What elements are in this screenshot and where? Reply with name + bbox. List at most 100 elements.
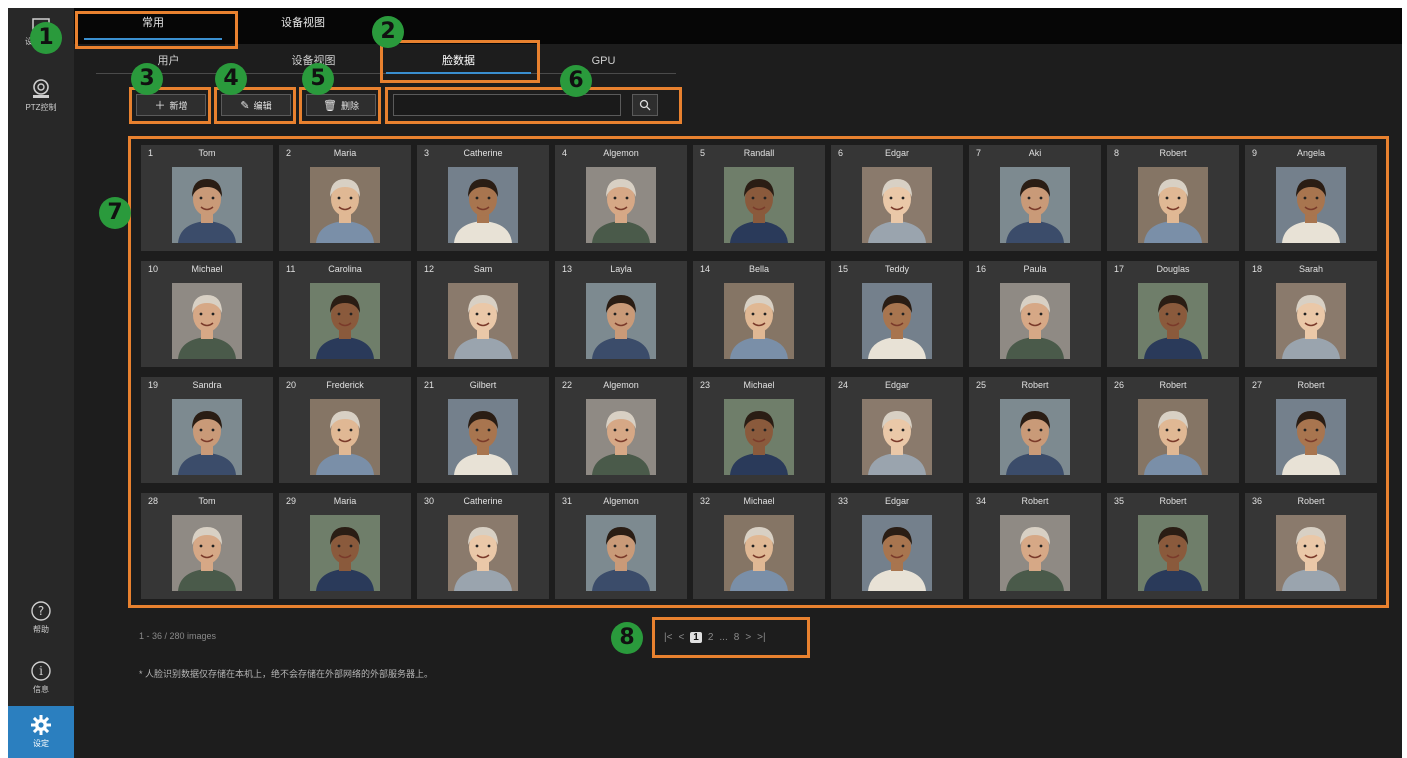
face-photo xyxy=(1276,399,1346,475)
next-page-button[interactable]: > xyxy=(745,632,751,643)
face-card[interactable]: 17 Douglas xyxy=(1107,261,1239,367)
face-card[interactable]: 3 Catherine xyxy=(417,145,549,251)
face-card[interactable]: 16 Paula xyxy=(969,261,1101,367)
add-button[interactable]: ＋ 新增 xyxy=(136,94,206,116)
face-photo xyxy=(862,399,932,475)
gear-icon xyxy=(31,715,51,735)
annotation-badge-6: 6 xyxy=(560,65,592,97)
face-name: Edgar xyxy=(884,148,910,158)
face-card[interactable]: 33 Edgar xyxy=(831,493,963,599)
face-photo xyxy=(724,283,794,359)
face-card[interactable]: 14 Bella xyxy=(693,261,825,367)
trash-icon: 🗑 xyxy=(323,99,337,112)
portrait-image xyxy=(1138,283,1208,359)
face-card[interactable]: 1 Tom xyxy=(141,145,273,251)
face-card[interactable]: 19 Sandra xyxy=(141,377,273,483)
face-photo xyxy=(586,167,656,243)
face-card[interactable]: 12 Sam xyxy=(417,261,549,367)
face-photo xyxy=(1000,283,1070,359)
face-card[interactable]: 31 Algemon xyxy=(555,493,687,599)
face-photo xyxy=(448,515,518,591)
face-card[interactable]: 18 Sarah xyxy=(1245,261,1377,367)
face-card[interactable]: 9 Angela xyxy=(1245,145,1377,251)
search-button[interactable] xyxy=(632,94,658,116)
face-name: Gilbert xyxy=(469,380,497,390)
face-card[interactable]: 26 Robert xyxy=(1107,377,1239,483)
face-name: Paula xyxy=(1023,264,1047,274)
face-card[interactable]: 28 Tom xyxy=(141,493,273,599)
face-card[interactable]: 2 Maria xyxy=(279,145,411,251)
face-card[interactable]: 30 Catherine xyxy=(417,493,549,599)
face-card[interactable]: 21 Gilbert xyxy=(417,377,549,483)
face-card[interactable]: 15 Teddy xyxy=(831,261,963,367)
face-card[interactable]: 6 Edgar xyxy=(831,145,963,251)
face-card[interactable]: 5 Randall xyxy=(693,145,825,251)
portrait-image xyxy=(310,283,380,359)
portrait-image xyxy=(586,399,656,475)
last-page-button[interactable]: >| xyxy=(757,632,765,643)
delete-button[interactable]: 🗑 删除 xyxy=(306,94,376,116)
sidebar-item-info[interactable]: i 信息 xyxy=(8,660,74,695)
face-card[interactable]: 24 Edgar xyxy=(831,377,963,483)
face-card[interactable]: 7 Aki xyxy=(969,145,1101,251)
face-card[interactable]: 23 Michael xyxy=(693,377,825,483)
annotation-badge-4: 4 xyxy=(215,63,247,95)
sidebar-item-ptz[interactable]: PTZ控制 xyxy=(8,78,74,113)
face-card[interactable]: 11 Carolina xyxy=(279,261,411,367)
face-photo xyxy=(1276,167,1346,243)
pagination: |< < 1 2 ... 8 > >| xyxy=(658,626,808,648)
face-card[interactable]: 34 Robert xyxy=(969,493,1101,599)
face-card[interactable]: 29 Maria xyxy=(279,493,411,599)
portrait-image xyxy=(1138,167,1208,243)
face-photo xyxy=(172,167,242,243)
portrait-image xyxy=(448,283,518,359)
face-photo xyxy=(310,283,380,359)
sidebar-item-help[interactable]: ? 帮助 xyxy=(8,600,74,635)
sidebar: 设备视图 PTZ控制 ? 帮助 i 信息 设定 xyxy=(8,8,74,758)
face-card[interactable]: 27 Robert xyxy=(1245,377,1377,483)
face-photo xyxy=(310,399,380,475)
subtab-face-data[interactable]: 脸数据 xyxy=(386,52,531,76)
first-page-button[interactable]: |< xyxy=(664,632,672,643)
face-name: Bella xyxy=(748,264,769,274)
face-photo xyxy=(1000,399,1070,475)
face-card[interactable]: 4 Algemon xyxy=(555,145,687,251)
face-name: Robert xyxy=(1159,496,1187,506)
face-photo xyxy=(1000,167,1070,243)
subtab-gpu[interactable]: GPU xyxy=(531,52,676,76)
face-name: Layla xyxy=(610,264,632,274)
face-photo xyxy=(862,515,932,591)
face-card[interactable]: 36 Robert xyxy=(1245,493,1377,599)
portrait-image xyxy=(586,515,656,591)
face-card[interactable]: 10 Michael xyxy=(141,261,273,367)
face-card[interactable]: 35 Robert xyxy=(1107,493,1239,599)
page-1-button[interactable]: 1 xyxy=(690,631,702,643)
face-grid: 1 Tom 2 Maria 3 Catherine 4 Algemon 5 Randall 6 Edg… xyxy=(136,138,1386,599)
sidebar-item-settings[interactable]: 设定 xyxy=(8,706,74,758)
edit-button[interactable]: ✎ 编辑 xyxy=(221,94,291,116)
annotation-badge-5: 5 xyxy=(302,63,334,95)
face-photo xyxy=(310,167,380,243)
face-card[interactable]: 22 Algemon xyxy=(555,377,687,483)
face-name: Edgar xyxy=(884,496,910,506)
face-card[interactable]: 20 Frederick xyxy=(279,377,411,483)
portrait-image xyxy=(1000,167,1070,243)
page-2-button[interactable]: 2 xyxy=(708,632,714,643)
face-card[interactable]: 8 Robert xyxy=(1107,145,1239,251)
face-photo xyxy=(1138,167,1208,243)
search-input[interactable] xyxy=(393,94,621,116)
tab-common[interactable]: 常用 xyxy=(78,8,228,44)
face-card[interactable]: 32 Michael xyxy=(693,493,825,599)
prev-page-button[interactable]: < xyxy=(678,632,684,643)
face-name: Sarah xyxy=(1298,264,1324,274)
portrait-image xyxy=(310,167,380,243)
portrait-image xyxy=(1276,515,1346,591)
face-photo xyxy=(172,399,242,475)
face-name: Carolina xyxy=(328,264,362,274)
face-card[interactable]: 25 Robert xyxy=(969,377,1101,483)
tab-device-view[interactable]: 设备视图 xyxy=(228,8,378,44)
face-card[interactable]: 13 Layla xyxy=(555,261,687,367)
portrait-image xyxy=(862,283,932,359)
page-8-button[interactable]: 8 xyxy=(734,632,740,643)
face-photo xyxy=(1138,515,1208,591)
